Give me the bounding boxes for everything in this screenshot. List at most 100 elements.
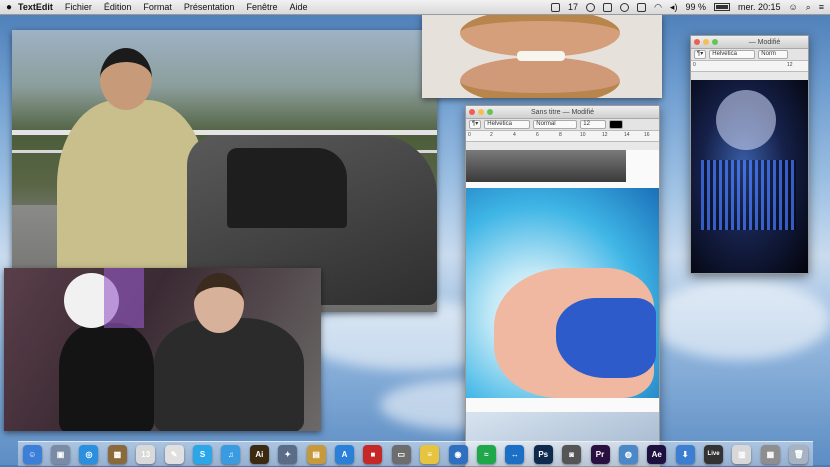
font-size-select[interactable]: 12 <box>580 120 607 129</box>
clock-icon[interactable] <box>620 2 630 12</box>
paragraph-style-button[interactable]: ¶▾ <box>469 120 482 129</box>
ruler-mark: 6 <box>536 132 539 138</box>
browser-icon[interactable]: ◍ <box>618 444 638 464</box>
teamviewer-icon[interactable]: ↔ <box>505 444 525 464</box>
textedit-window-right[interactable]: — Modifié ¶▾ Helvetica Norm 0 12 <box>690 35 809 274</box>
photoshop-icon[interactable]: Ps <box>533 444 553 464</box>
embedded-image-glitch <box>701 160 796 230</box>
finder-icon[interactable]: ☺ <box>22 444 42 464</box>
after-effects-icon[interactable]: Ae <box>647 444 667 464</box>
menu-app-name[interactable]: TextEdit <box>18 2 53 12</box>
person-right-head <box>194 273 244 333</box>
car-window <box>227 148 347 228</box>
battery-icon[interactable] <box>713 3 730 11</box>
window-titlebar[interactable]: Sans titre — Modifié <box>466 106 659 119</box>
menu-edit[interactable]: Édition <box>104 2 132 12</box>
display-icon[interactable] <box>603 2 613 12</box>
embedded-image-face <box>716 90 776 150</box>
minimize-window-icon[interactable] <box>703 39 709 45</box>
ruler-mark: 2 <box>490 132 493 138</box>
ruler-mark: 12 <box>602 132 608 138</box>
embedded-image-illustration <box>466 188 659 398</box>
itunes-icon[interactable]: ♫ <box>221 444 241 464</box>
menu-file[interactable]: Fichier <box>65 2 92 12</box>
format-toolbar: ¶▾ Helvetica Norm <box>691 49 808 61</box>
format-toolbar: ¶▾ Helvetica Normal 12 <box>466 119 659 131</box>
window-titlebar[interactable]: — Modifié <box>691 36 808 49</box>
capture-icon[interactable]: ▭ <box>391 444 411 464</box>
video-webcam[interactable] <box>4 268 321 431</box>
menu-window[interactable]: Fenêtre <box>246 2 277 12</box>
embedded-image-car <box>466 150 626 182</box>
notes-icon[interactable]: ≡ <box>420 444 440 464</box>
adobe-status-icon[interactable] <box>551 2 561 12</box>
man-head <box>100 48 152 110</box>
window-title: — Modifié <box>748 38 781 46</box>
ruler-mark: 0 <box>468 132 471 138</box>
red-app-icon[interactable]: ■ <box>363 444 383 464</box>
app-store-icon[interactable]: A <box>334 444 354 464</box>
desktop-cloud <box>650 280 830 360</box>
status-number[interactable]: 17 <box>568 2 578 12</box>
font-style-select[interactable]: Norm <box>758 50 789 59</box>
textedit-window-center[interactable]: Sans titre — Modifié ¶▾ Helvetica Normal… <box>465 105 660 467</box>
ruler[interactable]: 0 12 <box>691 61 808 72</box>
menu-view[interactable]: Présentation <box>184 2 235 12</box>
ruler-mark: 12 <box>787 62 793 68</box>
wifi-icon[interactable]: ◠ <box>654 2 662 13</box>
person-right <box>154 318 304 431</box>
skype-icon[interactable]: S <box>193 444 213 464</box>
purple-light <box>104 268 144 328</box>
camera-icon[interactable]: ◙ <box>562 444 582 464</box>
folder-icon[interactable]: ▤ <box>306 444 326 464</box>
bluetooth-icon[interactable] <box>637 2 647 12</box>
menu-clock[interactable]: mer. 20:15 <box>738 2 781 12</box>
live-icon[interactable]: Live <box>704 444 724 464</box>
volume-icon[interactable]: ◂) <box>670 2 678 13</box>
photo-icon[interactable]: ▩ <box>107 444 127 464</box>
figure-swimsuit <box>556 298 656 378</box>
safari-icon[interactable]: ◎ <box>79 444 99 464</box>
person-left <box>59 323 154 431</box>
document-body[interactable] <box>691 80 808 273</box>
ruler-mark: 16 <box>644 132 650 138</box>
misc-icon[interactable]: ✦ <box>278 444 298 464</box>
stack-icon[interactable]: ▦ <box>760 444 780 464</box>
textedit-icon[interactable]: ✎ <box>164 444 184 464</box>
documents-icon[interactable]: ▥ <box>732 444 752 464</box>
ruler[interactable]: 0 2 4 6 8 10 12 14 16 <box>466 131 659 142</box>
font-style-select[interactable]: Normal <box>533 120 578 129</box>
zoom-window-icon[interactable] <box>712 39 718 45</box>
ruler-mark: 14 <box>624 132 630 138</box>
ruler-mark: 0 <box>693 62 696 68</box>
premiere-icon[interactable]: Pr <box>590 444 610 464</box>
menu-help[interactable]: Aide <box>289 2 307 12</box>
downloads-icon[interactable]: ⬇ <box>675 444 695 464</box>
menu-extras: 17 ◠ ◂) 99 % mer. 20:15 ☺ ⌕ ≡ <box>551 2 830 13</box>
window-title: Sans titre — Modifié <box>530 108 595 116</box>
battery-percent[interactable]: 99 % <box>685 2 706 12</box>
sync-icon[interactable] <box>586 2 596 12</box>
spotify-icon[interactable]: ≈ <box>476 444 496 464</box>
apple-menu-icon[interactable]: ● <box>0 2 18 13</box>
video-mirrored-face[interactable] <box>422 15 662 98</box>
preview-icon[interactable]: ▣ <box>51 444 71 464</box>
face-bottom <box>460 57 620 98</box>
trash-icon[interactable]: 🗑 <box>789 444 809 464</box>
globe-icon[interactable]: ◉ <box>448 444 468 464</box>
text-color-well[interactable] <box>609 120 624 129</box>
list-icon[interactable]: ≡ <box>819 2 824 12</box>
paragraph-style-button[interactable]: ¶▾ <box>694 50 707 59</box>
menu-bar: ● TextEdit Fichier Édition Format Présen… <box>0 0 830 15</box>
calendar-icon[interactable]: 13 <box>136 444 156 464</box>
font-family-select[interactable]: Helvetica <box>484 120 531 129</box>
menu-format[interactable]: Format <box>143 2 172 12</box>
user-icon[interactable]: ☺ <box>788 2 797 12</box>
close-window-icon[interactable] <box>694 39 700 45</box>
font-family-select[interactable]: Helvetica <box>709 50 756 59</box>
ruler-mark: 8 <box>559 132 562 138</box>
illustrator-icon[interactable]: Ai <box>249 444 269 464</box>
ruler-mark: 4 <box>513 132 516 138</box>
spotlight-search-icon[interactable]: ⌕ <box>806 2 811 13</box>
document-body[interactable] <box>466 150 659 466</box>
